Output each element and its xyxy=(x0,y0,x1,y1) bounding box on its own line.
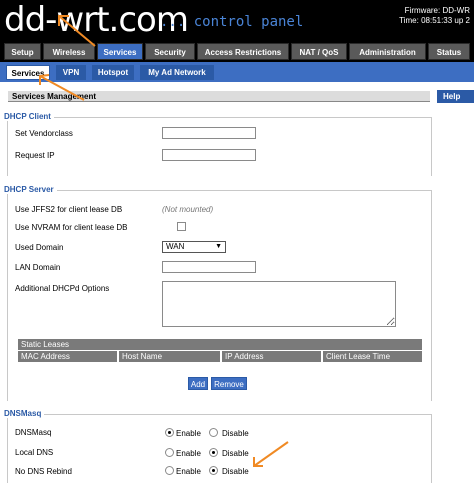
tab-nat-qos[interactable]: NAT / QoS xyxy=(291,43,347,60)
time-text: Time: 08:51:33 up 2 xyxy=(399,16,470,25)
tab-status[interactable]: Status xyxy=(428,43,470,60)
dhcpd-options-textarea[interactable] xyxy=(162,281,396,327)
request-ip-label: Request IP xyxy=(15,151,55,160)
subtab-my-ad-network[interactable]: My Ad Network xyxy=(140,65,214,80)
tab-administration[interactable]: Administration xyxy=(349,43,426,60)
used-domain-select[interactable]: WAN ▼ xyxy=(162,241,226,253)
local-dns-label: Local DNS xyxy=(15,448,54,457)
no-dns-rebind-label: No DNS Rebind xyxy=(15,467,72,476)
dnsmasq-label: DNSMasq xyxy=(15,428,52,437)
static-leases-header: Static Leases xyxy=(18,339,422,350)
dnsmasq-title: DNSMasq xyxy=(4,409,45,418)
firmware-text: Firmware: DD-WR xyxy=(404,6,470,15)
col-host-name: Host Name xyxy=(119,351,220,362)
help-button[interactable]: Help xyxy=(437,90,474,103)
add-lease-button[interactable]: Add xyxy=(188,377,208,390)
tab-services[interactable]: Services xyxy=(97,43,143,60)
dhcp-server-title: DHCP Server xyxy=(4,185,57,194)
tab-security[interactable]: Security xyxy=(145,43,195,60)
request-ip-input[interactable] xyxy=(162,149,256,161)
col-ip-address: IP Address xyxy=(222,351,321,362)
firmware-info: Firmware: DD-WR Time: 08:51:33 up 2 xyxy=(399,6,470,26)
tab-setup[interactable]: Setup xyxy=(4,43,41,60)
dnsmasq-enable-label: Enable xyxy=(176,429,201,438)
remove-lease-button[interactable]: Remove xyxy=(211,377,247,390)
annotation-arrow-icon xyxy=(39,74,85,101)
subtab-hotspot[interactable]: Hotspot xyxy=(92,65,134,80)
no-dns-rebind-disable-radio[interactable] xyxy=(209,466,218,475)
jffs2-label: Use JFFS2 for client lease DB xyxy=(15,205,123,214)
lan-domain-label: LAN Domain xyxy=(15,263,61,272)
nvram-checkbox[interactable] xyxy=(177,222,186,231)
no-dns-rebind-enable-radio[interactable] xyxy=(165,466,174,475)
annotation-arrow-icon xyxy=(58,15,96,47)
tab-access-restrictions[interactable]: Access Restrictions xyxy=(197,43,289,60)
local-dns-disable-radio[interactable] xyxy=(209,448,218,457)
no-dns-rebind-enable-label: Enable xyxy=(176,467,201,476)
used-domain-label: Used Domain xyxy=(15,243,64,252)
lan-domain-input[interactable] xyxy=(162,261,256,273)
used-domain-value: WAN xyxy=(166,242,185,251)
dhcp-client-title: DHCP Client xyxy=(4,112,54,121)
col-mac-address: MAC Address xyxy=(18,351,117,362)
dnsmasq-enable-radio[interactable] xyxy=(165,428,174,437)
col-client-lease-time: Client Lease Time xyxy=(323,351,422,362)
local-dns-disable-label: Disable xyxy=(222,449,249,458)
local-dns-enable-radio[interactable] xyxy=(165,448,174,457)
dnsmasq-disable-label: Disable xyxy=(222,429,249,438)
local-dns-enable-label: Enable xyxy=(176,449,201,458)
control-panel-tagline: ... control panel xyxy=(160,14,304,30)
vendorclass-input[interactable] xyxy=(162,127,256,139)
nvram-label: Use NVRAM for client lease DB xyxy=(15,223,128,232)
dropdown-arrow-icon: ▼ xyxy=(215,243,222,250)
dhcpd-options-label: Additional DHCPd Options xyxy=(15,284,110,293)
annotation-arrow-icon xyxy=(253,441,289,467)
no-dns-rebind-disable-label: Disable xyxy=(222,467,249,476)
dnsmasq-disable-radio[interactable] xyxy=(209,428,218,437)
jffs2-note: (Not mounted) xyxy=(162,205,214,214)
vendorclass-label: Set Vendorclass xyxy=(15,129,73,138)
dhcp-client-fieldset xyxy=(7,117,432,176)
